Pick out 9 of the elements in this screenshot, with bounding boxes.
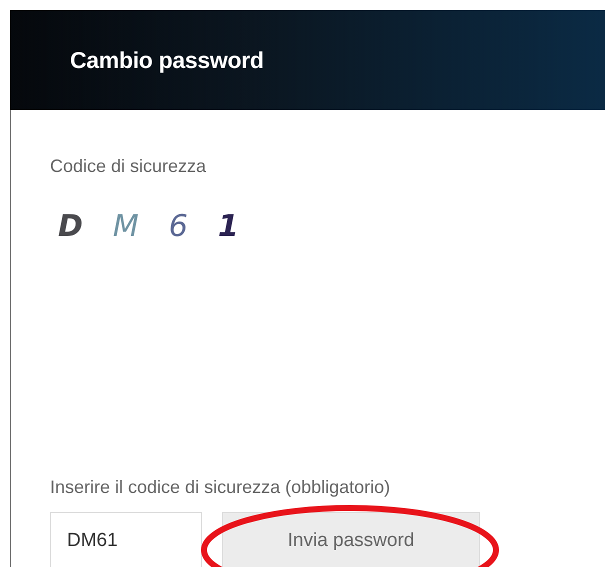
page-title: Cambio password <box>70 46 264 74</box>
captcha-character: 6 <box>168 209 188 244</box>
captcha-character: 1 <box>218 209 239 244</box>
code-input-field[interactable]: DM61 <box>50 512 202 567</box>
captcha-character: D <box>58 209 83 244</box>
captcha-character: M <box>112 209 139 244</box>
captcha-label: Codice di sicurezza <box>50 156 208 177</box>
send-password-button[interactable]: Invia password <box>222 512 480 567</box>
field-label: Inserire il codice di sicurezza (obbligatorio) <box>50 477 392 498</box>
